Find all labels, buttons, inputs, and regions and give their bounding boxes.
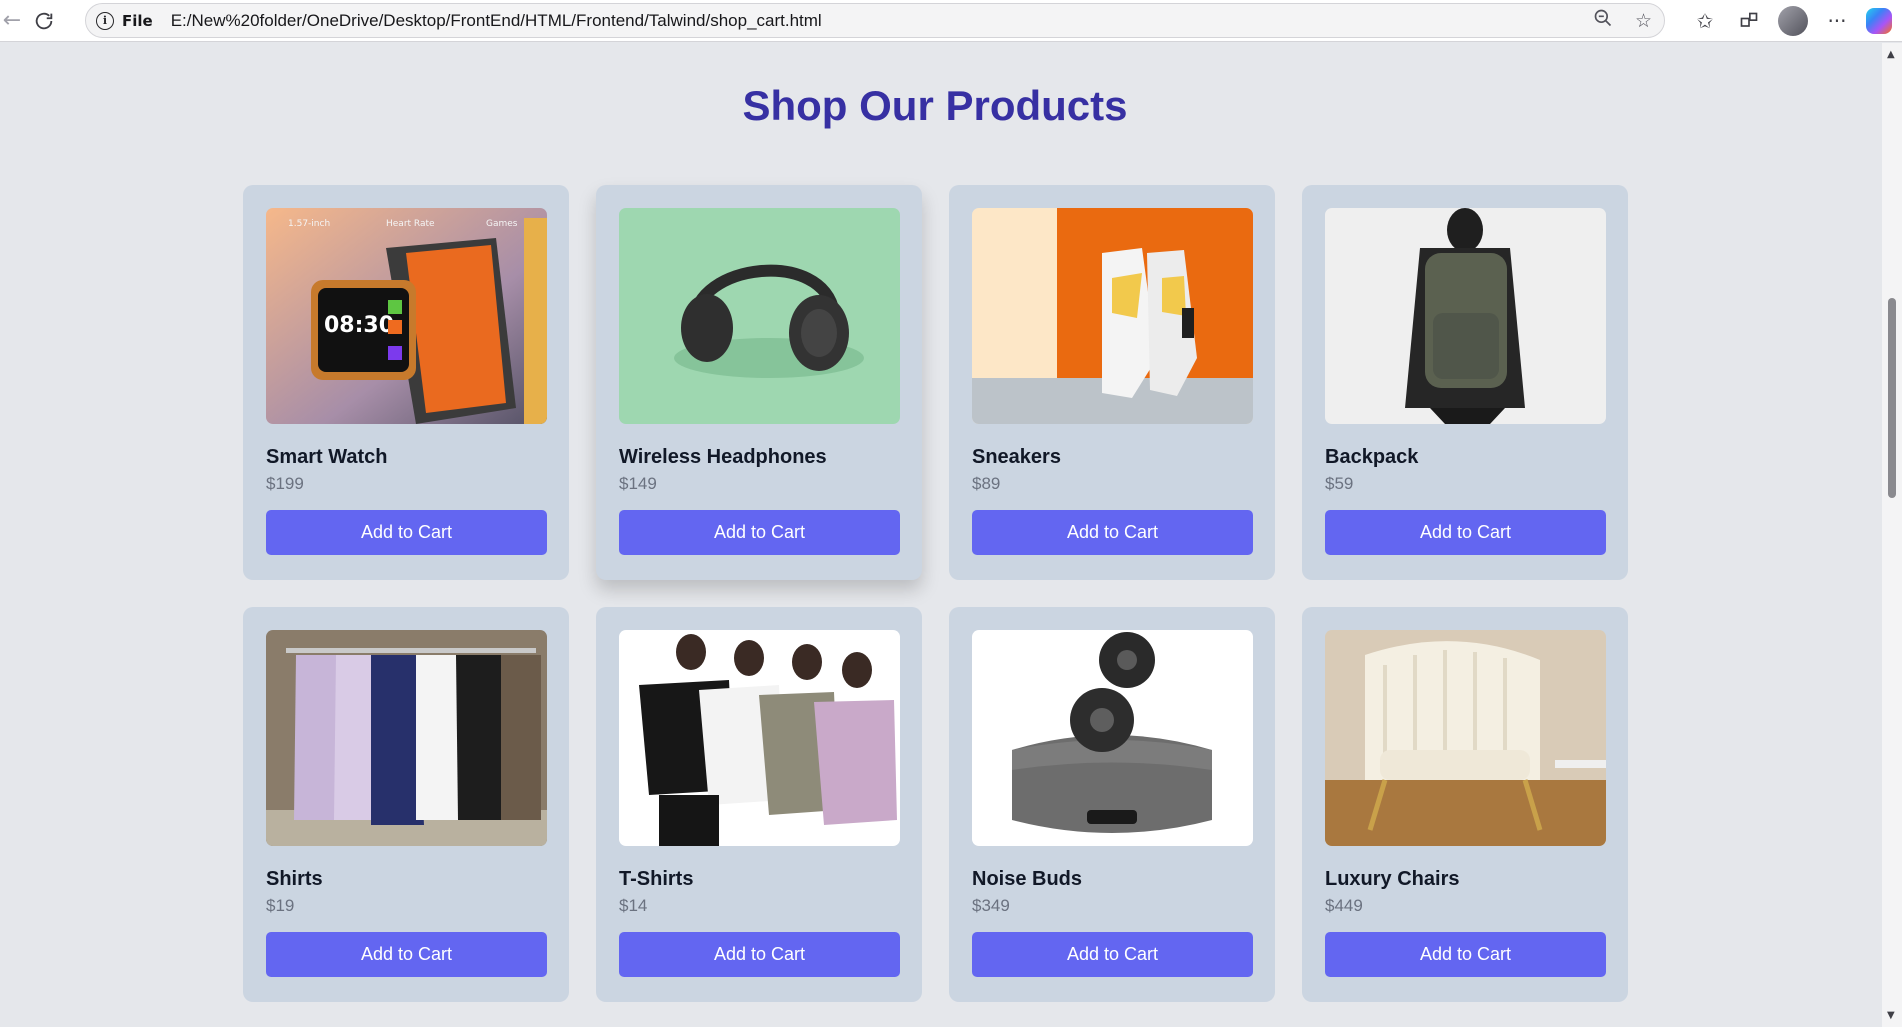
- product-price: $19: [266, 896, 295, 915]
- product-price: $199: [266, 474, 304, 493]
- product-card-sneakers: Sneakers $89 Add to Cart: [949, 185, 1275, 580]
- smart-watch-image: 1.57-inch Heart Rate Games 08:30: [266, 208, 547, 424]
- product-price: $349: [972, 896, 1010, 915]
- product-name: Smart Watch: [266, 446, 388, 468]
- profile-avatar[interactable]: [1778, 6, 1808, 36]
- product-card-backpack: Backpack $59 Add to Cart: [1302, 185, 1628, 580]
- svg-text:1.57-inch: 1.57-inch: [288, 219, 330, 229]
- noise-buds-image: [972, 630, 1253, 846]
- svg-text:08:30: 08:30: [324, 313, 394, 338]
- product-card-luxury-chairs: Luxury Chairs $449 Add to Cart: [1302, 607, 1628, 1002]
- t-shirts-image: [619, 630, 900, 846]
- product-price: $14: [619, 896, 648, 915]
- product-card-noise-buds: Noise Buds $349 Add to Cart: [949, 607, 1275, 1002]
- scroll-up-arrow-icon[interactable]: ▲: [1887, 49, 1895, 60]
- product-price: $89: [972, 474, 1001, 493]
- product-name: Wireless Headphones: [619, 446, 827, 468]
- product-name: Backpack: [1325, 446, 1419, 468]
- add-to-cart-button[interactable]: Add to Cart: [1325, 510, 1606, 555]
- add-to-cart-button[interactable]: Add to Cart: [972, 510, 1253, 555]
- address-bar[interactable]: i File E:/New%20folder/OneDrive/Desktop/…: [85, 3, 1665, 38]
- add-to-cart-button[interactable]: Add to Cart: [619, 932, 900, 977]
- browser-toolbar: ← i File E:/New%20folder/OneDrive/Deskto…: [0, 0, 1902, 42]
- product-name: Luxury Chairs: [1325, 868, 1460, 890]
- product-name: Shirts: [266, 868, 323, 890]
- copilot-icon[interactable]: [1866, 8, 1892, 34]
- add-to-cart-button[interactable]: Add to Cart: [972, 932, 1253, 977]
- zoom-icon[interactable]: [1593, 8, 1613, 33]
- scroll-down-arrow-icon[interactable]: ▼: [1887, 1010, 1895, 1021]
- shirts-image: [266, 630, 547, 846]
- url-text[interactable]: E:/New%20folder/OneDrive/Desktop/FrontEn…: [171, 11, 822, 31]
- product-name: Sneakers: [972, 446, 1061, 468]
- sneakers-image: [972, 208, 1253, 424]
- wireless-headphones-image: [619, 208, 900, 424]
- product-price: $59: [1325, 474, 1354, 493]
- add-to-cart-button[interactable]: Add to Cart: [266, 932, 547, 977]
- add-to-cart-button[interactable]: Add to Cart: [619, 510, 900, 555]
- product-price: $149: [619, 474, 657, 493]
- svg-text:Heart Rate: Heart Rate: [386, 219, 435, 229]
- scroll-thumb[interactable]: [1888, 298, 1896, 498]
- product-card-shirts: Shirts $19 Add to Cart: [243, 607, 569, 1002]
- product-grid: 1.57-inch Heart Rate Games 08:30 Smart W…: [243, 185, 1629, 1002]
- add-to-cart-button[interactable]: Add to Cart: [266, 510, 547, 555]
- favorite-star-icon[interactable]: ☆: [1635, 10, 1652, 32]
- backpack-image: [1325, 208, 1606, 424]
- site-info-icon[interactable]: i: [96, 11, 114, 30]
- more-options-icon[interactable]: ···: [1822, 6, 1852, 36]
- product-name: T-Shirts: [619, 868, 694, 890]
- page-title: Shop Our Products: [742, 82, 1128, 129]
- back-icon[interactable]: ←: [0, 0, 24, 42]
- vertical-scrollbar[interactable]: ▲ ▼: [1882, 43, 1902, 1027]
- extensions-icon[interactable]: [1734, 6, 1764, 36]
- luxury-chairs-image: [1325, 630, 1606, 846]
- product-name: Noise Buds: [972, 868, 1083, 890]
- product-card-t-shirts: T-Shirts $14 Add to Cart: [596, 607, 922, 1002]
- product-card-wireless-headphones: Wireless Headphones $149 Add to Cart: [596, 185, 922, 580]
- file-label: File: [122, 11, 153, 30]
- svg-text:Games: Games: [486, 219, 518, 229]
- add-to-cart-button[interactable]: Add to Cart: [1325, 932, 1606, 977]
- reload-icon[interactable]: [24, 0, 64, 42]
- favorites-icon[interactable]: ✩: [1690, 6, 1720, 36]
- product-price: $449: [1325, 896, 1363, 915]
- product-card-smart-watch: 1.57-inch Heart Rate Games 08:30 Smart W…: [243, 185, 569, 580]
